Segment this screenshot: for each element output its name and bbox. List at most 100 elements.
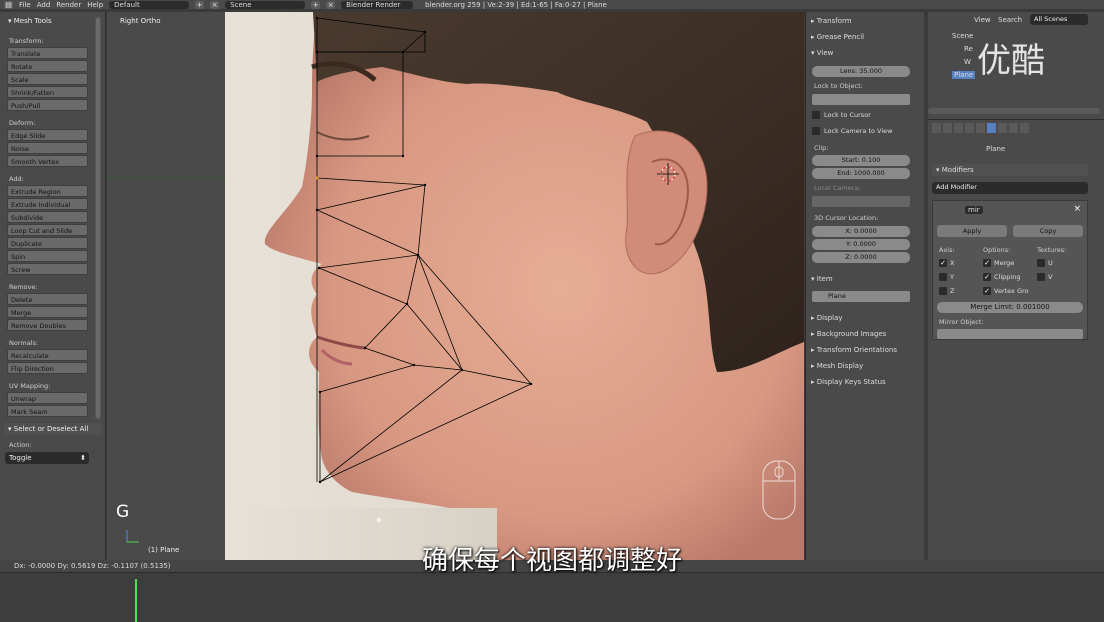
view-panel-header[interactable]: ▾ View (811, 49, 833, 57)
close-layout-icon[interactable]: × (210, 0, 220, 9)
outliner-scrollbar[interactable] (928, 108, 1100, 114)
merge-limit-field[interactable]: Merge Limit: 0.001000 (937, 302, 1083, 313)
scale-button[interactable]: Scale (7, 73, 88, 85)
tab-material-icon[interactable] (1009, 123, 1018, 133)
lock-object-field[interactable] (812, 94, 910, 105)
outliner-world-item[interactable]: W (964, 58, 971, 66)
local-camera-field[interactable] (812, 196, 910, 207)
item-name-field[interactable]: Plane (812, 291, 910, 302)
display-panel-header[interactable]: ▸ Display (811, 314, 843, 322)
lens-field[interactable]: Lens: 35.000 (812, 66, 910, 77)
duplicate-button[interactable]: Duplicate (7, 237, 88, 249)
action-dropdown[interactable]: Toggle (5, 452, 89, 464)
editor-type-icon[interactable]: ▤ (4, 0, 13, 9)
grease-pencil-panel-header[interactable]: ▸ Grease Pencil (811, 33, 864, 41)
tab-world-icon[interactable] (954, 123, 963, 133)
texture-v-checkbox[interactable]: V (1037, 273, 1052, 281)
remove-modifier-icon[interactable]: × (1073, 204, 1081, 214)
outliner-scene-selector[interactable]: All Scenes (1030, 14, 1088, 25)
flip-direction-button[interactable]: Flip Direction (7, 362, 88, 374)
axis-y-checkbox[interactable]: Y (939, 273, 954, 281)
tab-constraints-icon[interactable] (976, 123, 985, 133)
menu-help[interactable]: Help (87, 1, 103, 9)
axis-label: Axis: (939, 246, 955, 254)
extrude-region-button[interactable]: Extrude Region (7, 185, 88, 197)
merge-checkbox[interactable]: ✓ Merge (983, 259, 1014, 267)
close-scene-icon[interactable]: × (326, 0, 336, 9)
recalculate-button[interactable]: Recalculate (7, 349, 88, 361)
add-scene-icon[interactable]: + (311, 0, 321, 9)
outliner-search-menu[interactable]: Search (998, 16, 1022, 24)
render-engine-selector[interactable]: Blender Render (341, 0, 414, 9)
mark-seam-button[interactable]: Mark Seam (7, 405, 88, 417)
mirror-object-field[interactable] (937, 329, 1083, 339)
background-images-header[interactable]: ▸ Background Images (811, 330, 886, 338)
tab-scene-icon[interactable] (943, 123, 952, 133)
shrink-fatten-button[interactable]: Shrink/Fatten (7, 86, 88, 98)
item-panel-header[interactable]: ▾ Item (811, 275, 833, 283)
timeline[interactable] (0, 572, 1104, 622)
screw-button[interactable]: Screw (7, 263, 88, 275)
subdivide-button[interactable]: Subdivide (7, 211, 88, 223)
smooth-vertex-button[interactable]: Smooth Vertex (7, 155, 88, 167)
add-modifier-dropdown[interactable]: Add Modifier (932, 182, 1088, 194)
loop-cut-button[interactable]: Loop Cut and Slide (7, 224, 88, 236)
timeline-frame-cursor[interactable] (135, 579, 137, 622)
edge-slide-button[interactable]: Edge Slide (7, 129, 88, 141)
modifier-name-field[interactable]: mir (965, 206, 983, 214)
vertex-groups-checkbox[interactable]: ✓ Vertex Gro (983, 287, 1029, 295)
outliner-renderlayers-item[interactable]: Re (964, 45, 973, 53)
remove-doubles-button[interactable]: Remove Doubles (7, 319, 88, 331)
options-label: Options: (983, 246, 1011, 254)
3d-viewport[interactable]: Right Ortho G (1) Plane (107, 12, 804, 560)
layout-selector[interactable]: Default (109, 0, 190, 9)
texture-u-checkbox[interactable]: U (1037, 259, 1053, 267)
transform-panel-header[interactable]: ▸ Transform (811, 17, 852, 25)
action-label: Action: (9, 441, 32, 449)
tab-render-icon[interactable] (932, 123, 941, 133)
apply-modifier-button[interactable]: Apply (937, 225, 1007, 237)
cursor-z-field[interactable]: Z: 0.0000 (812, 252, 910, 263)
merge-button[interactable]: Merge (7, 306, 88, 318)
outliner-plane-item[interactable]: Plane (952, 71, 976, 79)
outliner-view-menu[interactable]: View (974, 16, 991, 24)
modifiers-header[interactable]: ▾ Modifiers (932, 164, 1088, 176)
rotate-button[interactable]: Rotate (7, 60, 88, 72)
clip-end-field[interactable]: End: 1000.000 (812, 168, 910, 179)
deform-label: Deform: (9, 119, 36, 127)
lock-to-cursor-checkbox[interactable]: Lock to Cursor (812, 111, 871, 119)
lock-camera-checkbox[interactable]: Lock Camera to View (812, 127, 892, 135)
tab-texture-icon[interactable] (1020, 123, 1029, 133)
operator-panel-header[interactable]: ▾ Select or Deselect All (4, 423, 102, 435)
clip-start-field[interactable]: Start: 0.100 (812, 155, 910, 166)
clipping-checkbox[interactable]: ✓ Clipping (983, 273, 1020, 281)
axis-x-checkbox[interactable]: ✓ X (939, 259, 954, 267)
axis-z-checkbox[interactable]: Z (939, 287, 954, 295)
transform-orientations-header[interactable]: ▸ Transform Orientations (811, 346, 897, 354)
clip-label: Clip: (814, 144, 829, 152)
menu-file[interactable]: File (19, 1, 31, 9)
menu-render[interactable]: Render (56, 1, 81, 9)
push-pull-button[interactable]: Push/Pull (7, 99, 88, 111)
add-layout-icon[interactable]: + (195, 0, 205, 9)
cursor-x-field[interactable]: X: 0.0000 (812, 226, 910, 237)
noise-button[interactable]: Noise (7, 142, 88, 154)
spin-button[interactable]: Spin (7, 250, 88, 262)
watermark-logo: 优酷 (977, 41, 1045, 81)
extrude-individual-button[interactable]: Extrude Individual (7, 198, 88, 210)
tool-shelf-scrollbar[interactable] (95, 16, 101, 420)
copy-modifier-button[interactable]: Copy (1013, 225, 1083, 237)
delete-button[interactable]: Delete (7, 293, 88, 305)
scene-selector[interactable]: Scene (225, 0, 306, 9)
mesh-display-header[interactable]: ▸ Mesh Display (811, 362, 863, 370)
tab-data-icon[interactable] (998, 123, 1007, 133)
menu-add[interactable]: Add (37, 1, 51, 9)
translate-button[interactable]: Translate (7, 47, 88, 59)
tab-modifiers-icon[interactable] (987, 123, 996, 133)
mesh-tools-header[interactable]: ▾ Mesh Tools (8, 17, 52, 25)
unwrap-button[interactable]: Unwrap (7, 392, 88, 404)
outliner-scene-item[interactable]: Scene (952, 32, 973, 40)
cursor-y-field[interactable]: Y: 0.0000 (812, 239, 910, 250)
display-keys-header[interactable]: ▸ Display Keys Status (811, 378, 886, 386)
tab-object-icon[interactable] (965, 123, 974, 133)
